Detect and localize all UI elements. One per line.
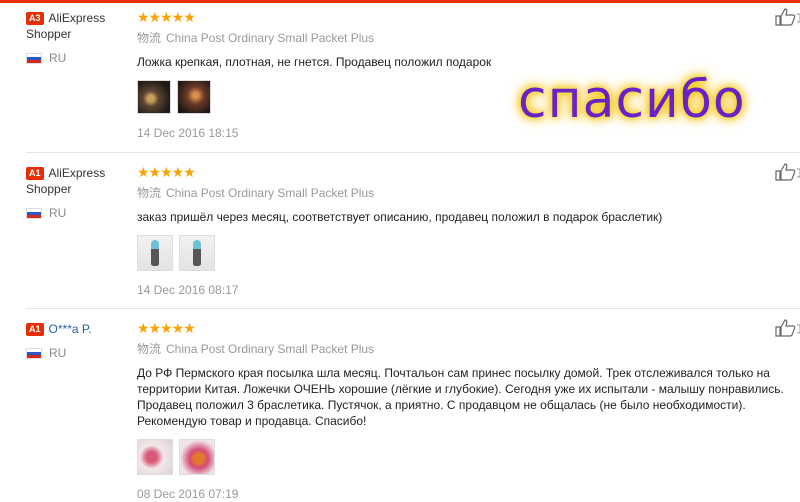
review-text: заказ пришёл через месяц, соответствует … (137, 210, 663, 224)
shipping-name: China Post Ordinary Small Packet Plus (166, 186, 375, 200)
review-text: До РФ Пермского края посылка шла месяц. … (137, 366, 784, 428)
review-photo-thumbnail[interactable] (177, 80, 211, 114)
review-photo-thumbnail[interactable] (137, 235, 173, 271)
review-separator (26, 152, 800, 153)
star-rating: ★★★★★ (137, 9, 196, 25)
shipping-method: 物流 China Post Ordinary Small Packet Plus (137, 31, 787, 46)
helpful-button[interactable] (775, 163, 800, 181)
helpful-button[interactable] (775, 319, 800, 337)
thumbs-up-icon (775, 319, 800, 337)
reviewer-country: RU (49, 51, 67, 65)
level-badge: A1 (26, 167, 44, 180)
top-accent-bar (0, 0, 800, 3)
review-photo-thumbnail[interactable] (179, 439, 215, 475)
thank-you-overlay-text: спасибо (518, 70, 746, 130)
review-content: ★★★★★ 物流 China Post Ordinary Small Packet… (137, 321, 787, 502)
reviewer-info: A1 AliExpress Shopper RU (26, 165, 131, 220)
shipping-method: 物流 China Post Ordinary Small Packet Plus (137, 186, 787, 201)
review-content: ★★★★★ 物流 China Post Ordinary Small Packet… (137, 165, 787, 298)
review-separator (26, 308, 800, 309)
shipping-name: China Post Ordinary Small Packet Plus (166, 31, 375, 45)
russia-flag-icon (26, 207, 42, 219)
russia-flag-icon (26, 52, 42, 64)
review-photo-thumbnail[interactable] (137, 80, 171, 114)
review-photo-thumbnail[interactable] (137, 439, 173, 475)
star-rating: ★★★★★ (137, 320, 196, 336)
helpful-button[interactable] (775, 8, 800, 26)
reviewer-info: A1 O***a P. RU (26, 321, 131, 360)
level-badge: A3 (26, 12, 44, 25)
reviewer-name[interactable]: O***a P. (49, 322, 92, 336)
review-text: Ложка крепкая, плотная, не гнется. Прода… (137, 55, 492, 69)
thumbs-up-icon (775, 8, 800, 26)
review-photo-thumbnail[interactable] (179, 235, 215, 271)
star-rating: ★★★★★ (137, 164, 196, 180)
reviewer-country: RU (49, 346, 67, 360)
level-badge: A1 (26, 323, 44, 336)
shipping-name: China Post Ordinary Small Packet Plus (166, 342, 375, 356)
review-photos (137, 439, 787, 475)
review-photos (137, 235, 787, 271)
shipping-method: 物流 China Post Ordinary Small Packet Plus (137, 342, 787, 357)
reviewer-country: RU (49, 206, 67, 220)
review-date: 08 Dec 2016 07:19 (137, 487, 239, 501)
logistics-label: 物流 (137, 342, 162, 356)
russia-flag-icon (26, 347, 42, 359)
logistics-label: 物流 (137, 186, 162, 200)
reviewer-info: A3 AliExpress Shopper RU (26, 10, 131, 65)
thumbs-up-icon (775, 163, 800, 181)
review-date: 14 Dec 2016 08:17 (137, 283, 239, 297)
logistics-label: 物流 (137, 31, 162, 45)
